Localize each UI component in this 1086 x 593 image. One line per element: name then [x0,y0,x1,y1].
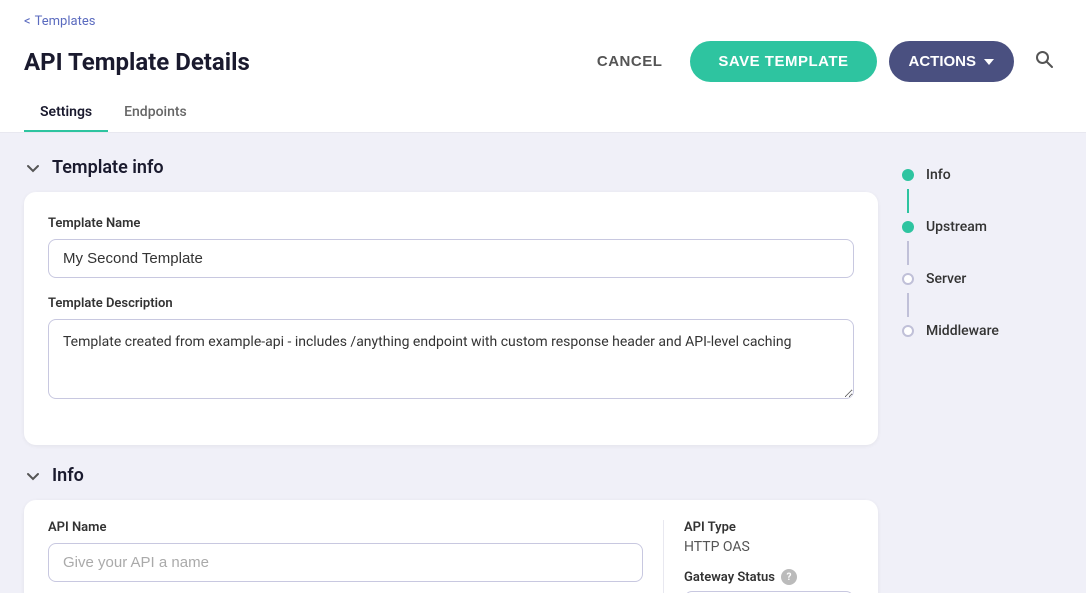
info-right: API Type HTTP OAS Gateway Status ? [664,520,854,593]
template-name-input[interactable] [48,239,854,278]
chevron-down-icon [984,59,994,65]
section-header-info: Info [24,465,878,486]
api-name-input[interactable] [48,543,643,582]
nav-label-server: Server [926,271,966,287]
template-name-group: Template Name [48,216,854,278]
nav-dot-info [902,169,914,181]
nav-group: Info Upstream [902,161,1062,345]
info-card: API Name EXPIRATION DATE API Type HTTP O… [24,500,878,593]
template-info-title: Template info [52,157,164,178]
tab-endpoints[interactable]: Endpoints [108,94,203,132]
sidebar-nav: Info Upstream [902,157,1062,569]
template-description-label: Template Description [48,296,854,311]
gateway-status-label: Gateway Status ? [684,569,854,585]
info-collapse-icon[interactable] [24,467,42,485]
api-type-value: HTTP OAS [684,539,854,555]
template-description-group: Template Description Template created fr… [48,296,854,403]
nav-item-middleware[interactable]: Middleware [902,317,1062,345]
nav-item-server[interactable]: Server [902,265,1062,293]
nav-label-upstream: Upstream [926,219,987,235]
nav-dot-middleware [902,325,914,337]
nav-dot-server [902,273,914,285]
template-description-input[interactable]: Template created from example-api - incl… [48,319,854,399]
header-actions: CANCEL SAVE TEMPLATE ACTIONS [581,41,1062,82]
tab-settings[interactable]: Settings [24,94,108,132]
info-title: Info [52,465,84,486]
api-name-label: API Name [48,520,643,535]
info-section: Info API Name EXPIRATION DATE API Type H… [24,465,878,593]
nav-item-upstream[interactable]: Upstream [902,213,1062,241]
template-info-section: Template info Template Name Template Des… [24,157,878,445]
page-title: API Template Details [24,48,250,76]
actions-button[interactable]: ACTIONS [889,41,1015,82]
cancel-button[interactable]: CANCEL [581,43,679,80]
nav-label-info: Info [926,167,951,183]
tabs-row: Settings Endpoints [24,94,1062,132]
content-area: Template info Template Name Template Des… [24,157,878,569]
api-name-group: API Name [48,520,643,582]
api-type-label: API Type [684,520,854,535]
collapse-icon[interactable] [24,159,42,177]
nav-label-middleware: Middleware [926,323,999,339]
info-left: API Name EXPIRATION DATE [48,520,664,593]
template-info-card: Template Name Template Description Templ… [24,192,878,445]
search-button[interactable] [1026,41,1062,82]
help-icon[interactable]: ? [781,569,797,585]
nav-item-info[interactable]: Info [902,161,1062,189]
breadcrumb-link[interactable]: Templates [24,14,95,29]
main-content: Template info Template Name Template Des… [0,133,1086,593]
template-name-label: Template Name [48,216,854,231]
save-template-button[interactable]: SAVE TEMPLATE [690,41,876,82]
section-header-template-info: Template info [24,157,878,178]
nav-dot-upstream [902,221,914,233]
